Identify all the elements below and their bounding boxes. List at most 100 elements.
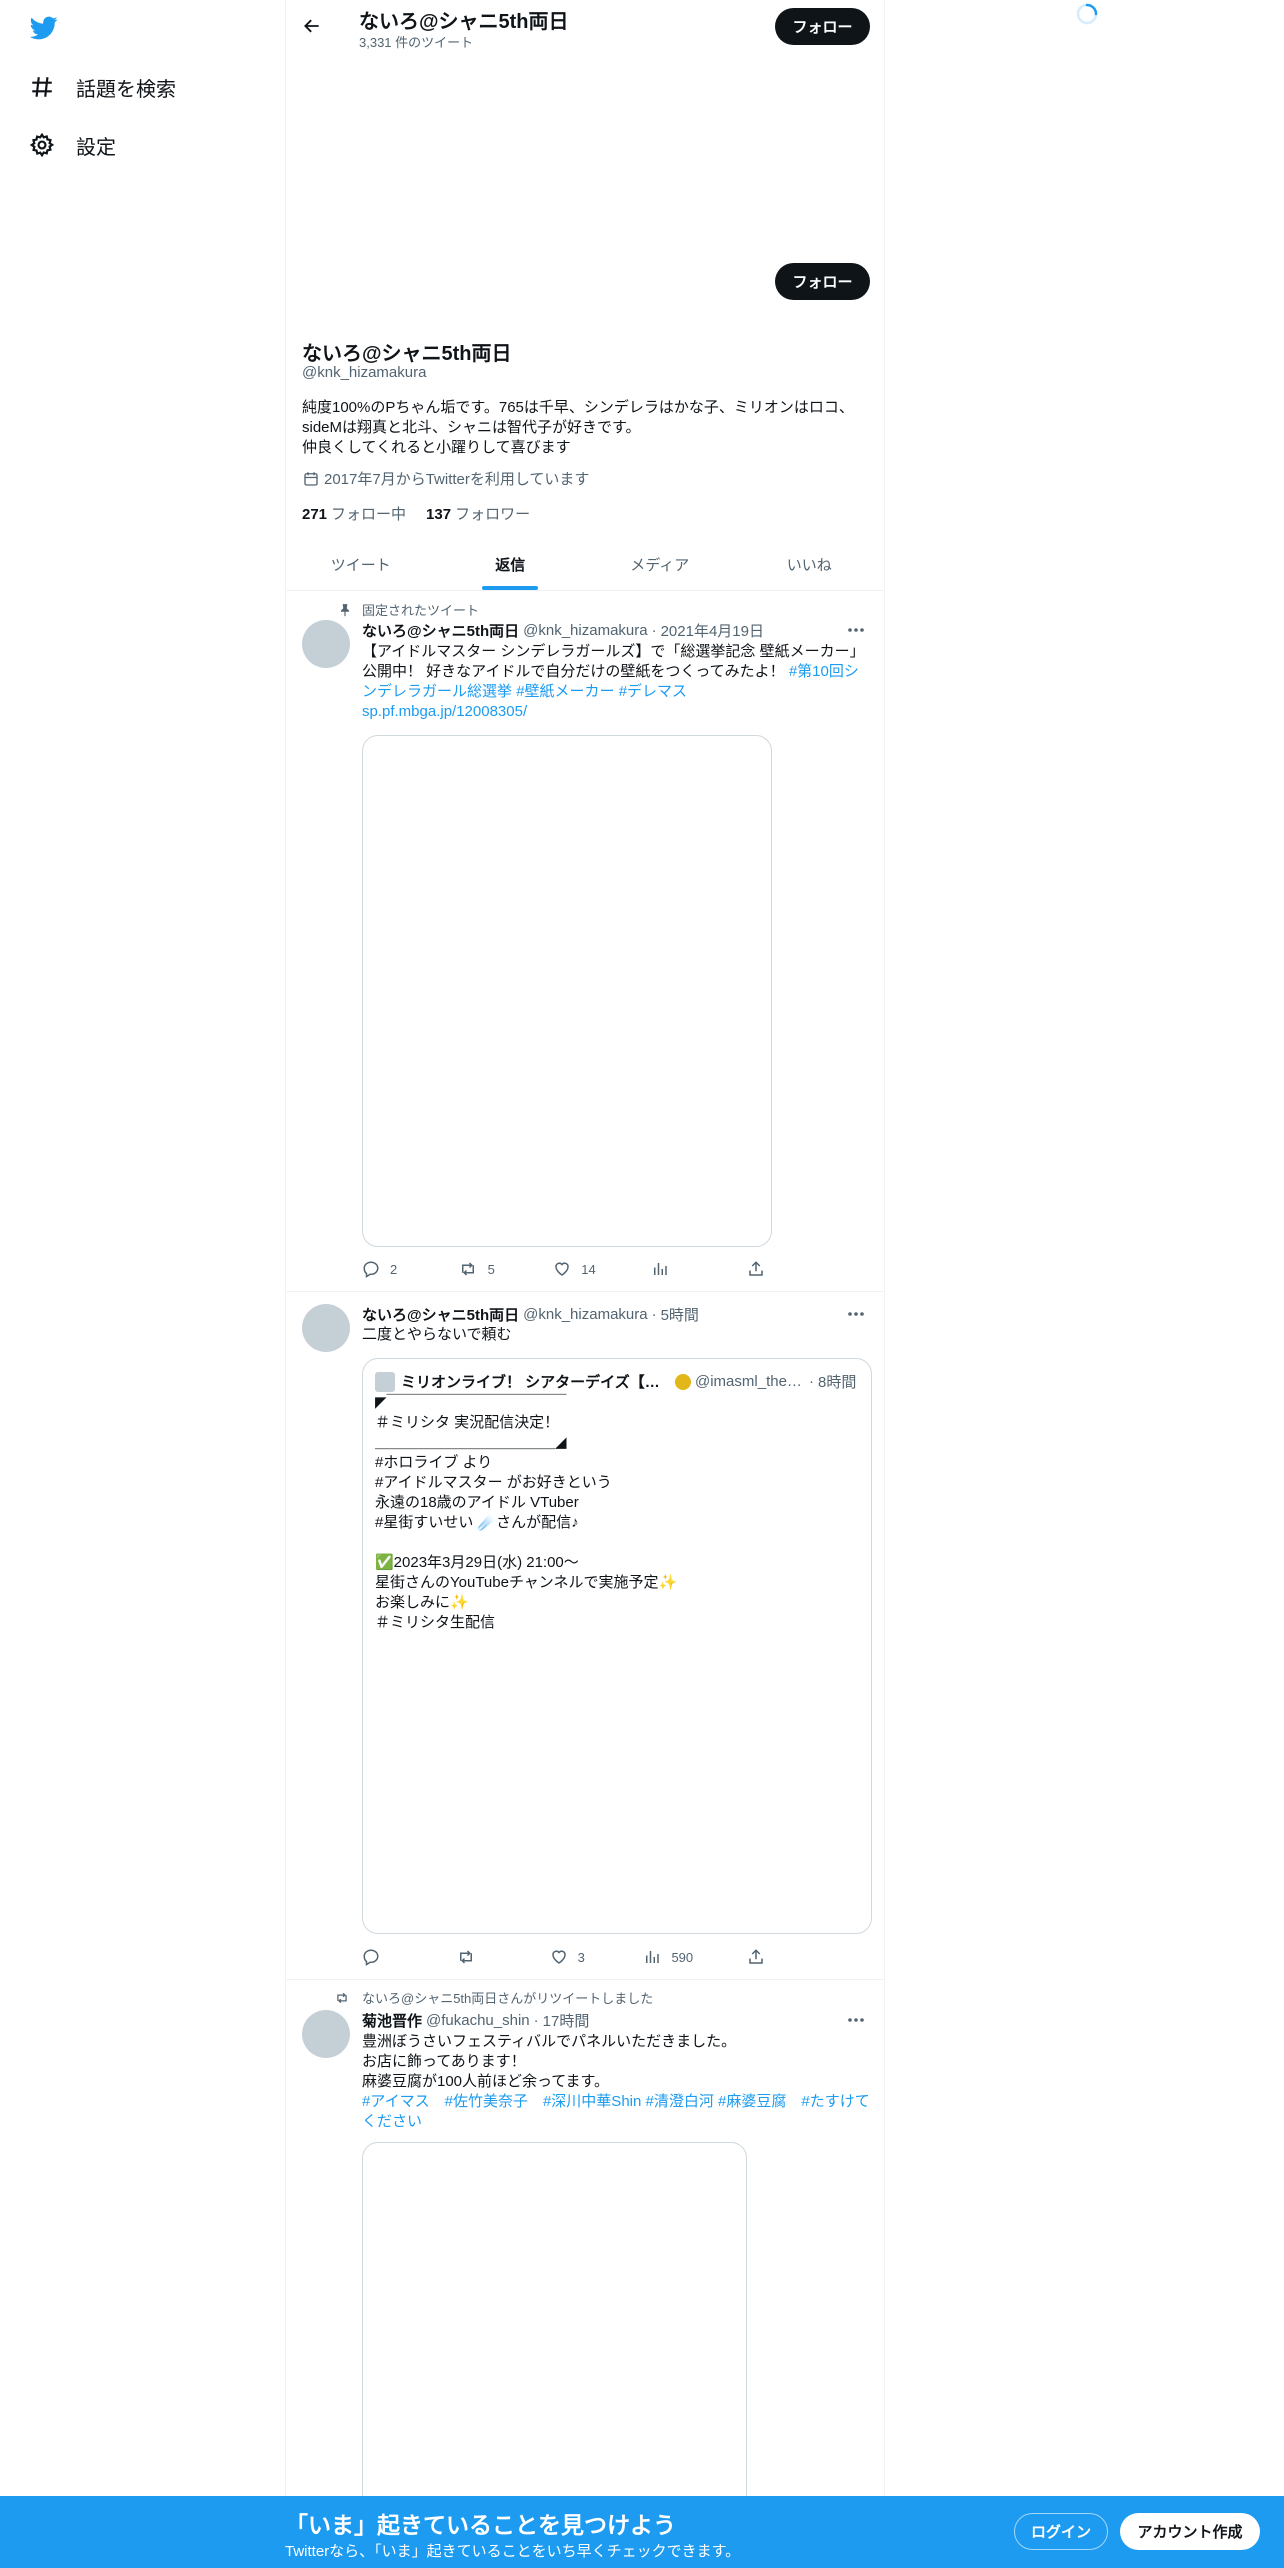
banner-title: 「いま」起きていることを見つけよう [285,2512,676,2538]
tab-media[interactable]: メディア [585,538,735,590]
profile-joined: 2017年7月からTwitterを利用しています [302,468,589,489]
reply-icon [363,1949,379,1966]
profile-joined-text: 2017年7月からTwitterを利用しています [324,471,590,488]
retweet-button[interactable] [456,1948,496,1966]
signup-button[interactable]: アカウント作成 [1120,2513,1260,2550]
twitter-logo-icon[interactable] [28,14,64,44]
signup-banner: 「いま」起きていることを見つけよう Twitterなら、「いま」起きていることを… [0,2496,1284,2568]
reply-count: 2 [390,1261,398,1277]
tweet-media-card[interactable] [362,2142,747,2542]
following-label: フォロー中 [331,506,407,523]
quoted-avatar [375,1371,395,1392]
tweet-author-name[interactable]: ないろ@シャニ5th両日 [362,1304,519,1325]
share-button[interactable] [747,1948,787,1966]
tweet-header: ないろ@シャニ5th両日 @knk_hizamakura · 5時間 [362,1304,699,1325]
more-options-icon[interactable] [844,2010,868,2030]
share-icon [749,1949,763,1964]
reply-button[interactable] [362,1948,402,1966]
share-icon [749,1261,763,1276]
like-count: 14 [581,1261,596,1277]
tweet-item[interactable]: ないろ@シャニ5th両日 @knk_hizamakura · 5時間 二度とやら… [286,1292,884,1980]
quoted-tweet[interactable]: ミリオンライブ！ シアターデイズ【公式】 @imasml_theater · 8… [362,1358,872,1934]
tweet-author-handle[interactable]: @fukachu_shin [426,2012,530,2029]
retweet-button[interactable]: 5 [458,1260,498,1278]
nav-explore[interactable]: 話題を検索 [28,67,176,107]
views-button[interactable] [651,1260,691,1278]
tweet-text: 豊洲ぼうさいフェスティバルでパネルいただきました。 お店に飾ってあります！ 麻婆… [362,2032,872,2132]
tweet-time[interactable]: 17時間 [543,2010,590,2031]
analytics-icon [654,1263,668,1275]
analytics-icon [646,1951,660,1963]
login-button[interactable]: ログイン [1014,2513,1108,2550]
reply-icon [363,1261,379,1278]
profile-follow-button[interactable]: フォロー [775,263,870,300]
quoted-author-handle: @imasml_theater [695,1373,805,1390]
quoted-time: 8時間 [818,1374,857,1391]
tweet-time[interactable]: 5時間 [661,1304,699,1325]
gear-icon [28,131,56,159]
header-follow-button[interactable]: フォロー [775,8,870,45]
tab-replies[interactable]: 返信 [436,538,586,590]
avatar[interactable] [302,620,350,668]
url-link[interactable]: sp.pf.mbga.jp/12008305/ [362,703,527,720]
tab-tweets[interactable]: ツイート [286,538,436,590]
nav-settings[interactable]: 設定 [28,125,116,165]
verified-badge-icon [675,1373,691,1390]
profile-handle: @knk_hizamakura [302,364,427,381]
tweet-text-main: 豊洲ぼうさいフェスティバルでパネルいただきました。 お店に飾ってあります！ 麻婆… [362,2033,737,2090]
heart-icon [551,1950,566,1964]
tweet-author-name[interactable]: ないろ@シャニ5th両日 [362,620,519,641]
banner-subtitle: Twitterなら、「いま」起きていることをいち早くチェックできます。 [285,2543,741,2560]
tweet-author-handle[interactable]: @knk_hizamakura [523,622,647,639]
tweet-dot: · [651,1306,657,1323]
tweet-header: ないろ@シャニ5th両日 @knk_hizamakura · 2021年4月19… [362,620,764,641]
followers-stat[interactable]: 137 フォロワー [426,503,530,524]
retweeted-by-label[interactable]: ないろ@シャニ5th両日さんがリツイートしました [362,1988,653,2007]
hashtag-link[interactable]: #清澄白河 [646,2093,714,2110]
hashtag-link[interactable]: #麻婆豆腐 [718,2093,786,2110]
tweet-time[interactable]: 2021年4月19日 [661,620,764,641]
followers-label: フォロワー [455,506,531,523]
profile-stats: 271 フォロー中 137 フォロワー [302,503,550,524]
hashtag-link[interactable]: #佐竹美奈子 [445,2093,528,2110]
retweet-count: 5 [487,1261,495,1277]
nav-settings-label: 設定 [76,136,116,159]
more-options-icon[interactable] [844,620,868,640]
tweet-item[interactable]: 固定されたツイート ないろ@シャニ5th両日 @knk_hizamakura ·… [286,592,884,1292]
tweet-actions: 2 5 14 [362,1260,787,1278]
like-count: 3 [577,1949,585,1965]
hashtag-link[interactable]: #デレマス [619,683,687,700]
like-button[interactable]: 14 [553,1260,596,1278]
hashtag-link[interactable]: #壁紙メーカー [516,683,614,700]
tweet-item[interactable]: ないろ@シャニ5th両日さんがリツイートしました 菊池晋作 @fukachu_s… [286,1980,884,2542]
profile-bio: 純度100%のPちゃん垢です。765は千早、シンデレラはかな子、ミリオンはロコ、… [302,399,854,456]
avatar[interactable] [302,2010,350,2058]
more-options-icon[interactable] [844,1304,868,1324]
tweet-text: 二度とやらないで頼む [362,1326,512,1343]
pin-icon [340,603,350,616]
tweet-actions: 3 590 [362,1948,787,1966]
hashtag-link[interactable]: #アイマス [362,2093,430,2110]
hashtag-link[interactable]: #深川中華Shin [543,2093,641,2110]
avatar[interactable] [302,1304,350,1352]
tweet-media-card[interactable] [362,735,772,1247]
main-column: ないろ@シャニ5th両日 3,331 件のツイート フォロー フォロー ないろ@… [285,0,885,2568]
back-arrow-icon[interactable] [298,12,326,40]
quoted-dot: · [809,1373,814,1390]
share-button[interactable] [747,1260,787,1278]
retweet-icon [461,1262,474,1276]
left-nav: 話題を検索 設定 [0,0,285,2568]
following-stat[interactable]: 271 フォロー中 [302,503,406,524]
heart-icon [555,1262,569,1276]
quoted-author-name: ミリオンライブ！ シアターデイズ【公式】 [401,1374,671,1391]
views-button[interactable]: 590 [643,1948,693,1966]
retweet-context: ないろ@シャニ5th両日さんがリツイートしました [337,1988,653,2007]
pinned-context: 固定されたツイート [340,600,479,619]
tweet-author-handle[interactable]: @knk_hizamakura [523,1306,647,1323]
view-count: 590 [671,1949,694,1965]
reply-button[interactable]: 2 [362,1260,402,1278]
following-count: 271 [302,506,328,523]
like-button[interactable]: 3 [550,1948,590,1966]
tweet-author-name[interactable]: 菊池晋作 [362,2010,422,2031]
tab-likes[interactable]: いいね [735,538,885,590]
